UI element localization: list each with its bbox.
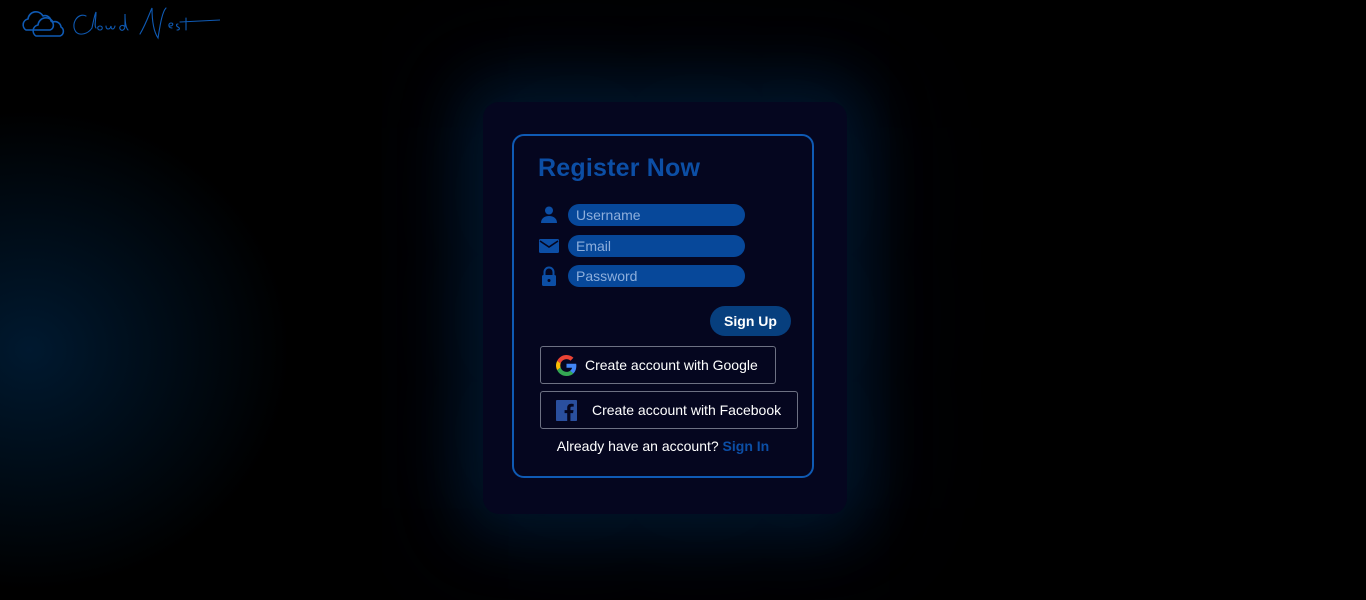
google-signup-button[interactable]: Create account with Google	[540, 346, 776, 384]
google-button-label: Create account with Google	[585, 357, 758, 373]
email-input[interactable]	[568, 235, 745, 257]
facebook-signup-button[interactable]: Create account with Facebook	[540, 391, 798, 429]
brand-logo[interactable]	[20, 4, 221, 46]
have-account-text: Already have an account?	[556, 438, 719, 454]
username-row	[538, 204, 748, 226]
register-card: Register Now Sign Up	[512, 134, 814, 478]
username-input[interactable]	[568, 204, 745, 226]
sign-in-link[interactable]: Sign In	[723, 438, 770, 454]
lock-icon	[542, 266, 556, 286]
facebook-button-label: Create account with Facebook	[592, 402, 782, 418]
mail-icon	[539, 239, 559, 253]
password-input[interactable]	[568, 265, 745, 287]
password-row	[538, 265, 748, 287]
page: Register Now Sign Up	[0, 0, 1366, 600]
google-icon	[556, 355, 577, 376]
email-row	[538, 235, 748, 257]
sign-up-button[interactable]: Sign Up	[710, 306, 791, 336]
signin-prompt: Already have an account? Sign In	[514, 438, 812, 454]
form-title: Register Now	[538, 154, 701, 182]
cloud-logo-icon	[22, 7, 221, 40]
user-icon	[541, 206, 557, 223]
facebook-icon	[556, 400, 577, 421]
